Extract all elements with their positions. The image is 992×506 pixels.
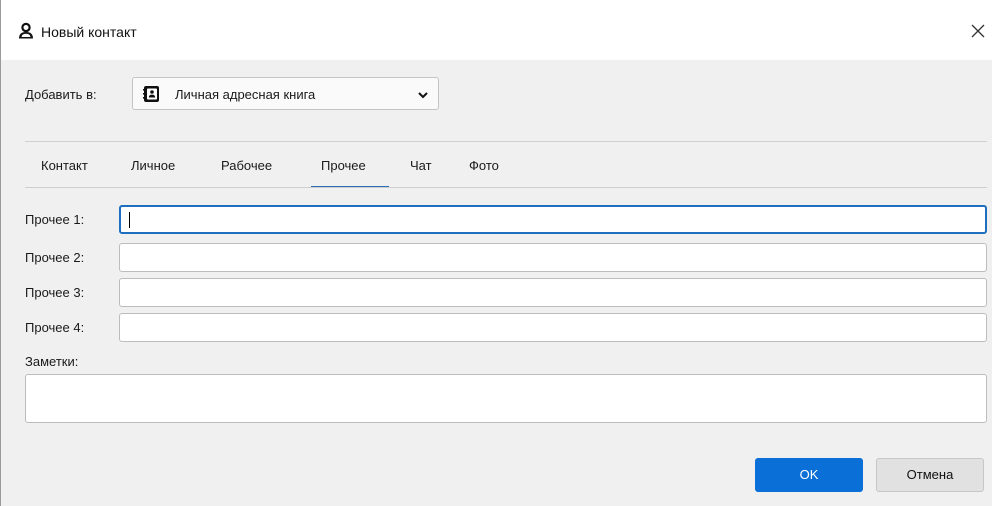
- address-book-select[interactable]: Личная адресная книга: [132, 77, 439, 110]
- tab-work[interactable]: Рабочее: [221, 158, 272, 173]
- other-2-input[interactable]: [119, 243, 987, 272]
- tab-strip: Контакт Личное Рабочее Прочее Чат Фото: [25, 142, 987, 188]
- person-icon: [19, 22, 33, 39]
- other-2-label: Прочее 2:: [25, 250, 85, 265]
- address-book-icon: [143, 86, 159, 102]
- notes-label: Заметки:: [25, 354, 79, 369]
- tab-photo[interactable]: Фото: [469, 158, 499, 173]
- window-title: Новый контакт: [41, 24, 137, 40]
- tab-other[interactable]: Прочее: [321, 158, 366, 173]
- close-icon[interactable]: [967, 20, 989, 42]
- notes-textarea[interactable]: [25, 374, 987, 423]
- divider: [25, 187, 987, 188]
- chevron-down-icon: [418, 92, 428, 99]
- other-3-label: Прочее 3:: [25, 285, 85, 300]
- address-book-value: Личная адресная книга: [175, 87, 316, 102]
- ok-button[interactable]: OK: [755, 458, 863, 492]
- cancel-button[interactable]: Отмена: [876, 458, 984, 492]
- title-bar[interactable]: Новый контакт: [1, 0, 992, 60]
- other-1-label: Прочее 1:: [25, 212, 85, 227]
- text-caret: [129, 212, 130, 228]
- other-1-input[interactable]: [119, 205, 987, 234]
- other-4-label: Прочее 4:: [25, 320, 85, 335]
- new-contact-dialog: Новый контакт Добавить в: Личная адресна…: [0, 0, 992, 506]
- other-4-input[interactable]: [119, 313, 987, 342]
- tab-contact[interactable]: Контакт: [41, 158, 88, 173]
- tab-personal[interactable]: Личное: [131, 158, 175, 173]
- tab-chat[interactable]: Чат: [410, 158, 432, 173]
- other-3-input[interactable]: [119, 278, 987, 307]
- add-to-label: Добавить в:: [25, 87, 97, 102]
